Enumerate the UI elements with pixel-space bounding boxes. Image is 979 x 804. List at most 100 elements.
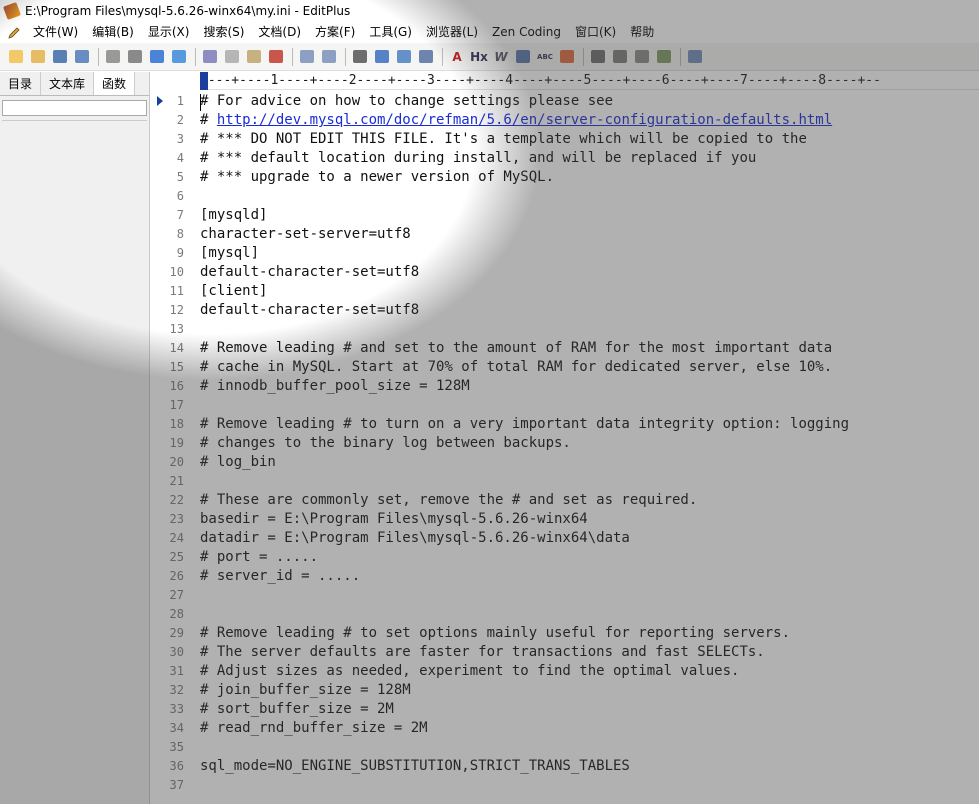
print-icon-glyph	[128, 50, 142, 63]
line-number: 27	[169, 588, 184, 602]
code-line: default-character-set=utf8	[200, 264, 420, 280]
new-file-icon-glyph	[9, 50, 23, 63]
line-number: 8	[176, 227, 184, 241]
menu-item-10[interactable]: 帮助	[623, 22, 661, 43]
word-wrap-icon[interactable]: W	[491, 47, 511, 67]
heading-icon[interactable]: Hx	[469, 47, 489, 67]
font-icon[interactable]: A	[447, 47, 467, 67]
line-number: 36	[169, 759, 184, 773]
line-number: 2	[176, 113, 184, 127]
code-line: # *** upgrade to a newer version of MySQ…	[200, 169, 555, 185]
code-line: default-character-set=utf8	[200, 302, 420, 318]
code-line: # port = .....	[200, 549, 319, 565]
tab-cliptext[interactable]: 文本库	[41, 72, 95, 95]
tools-icon-glyph	[657, 50, 671, 63]
menu-item-0[interactable]: 文件(W)	[26, 22, 85, 43]
code-line: # *** DO NOT EDIT THIS FILE. It's a temp…	[200, 131, 807, 147]
tab-directory[interactable]: 目录	[0, 72, 42, 95]
menu-item-6[interactable]: 工具(G)	[362, 22, 419, 43]
help-icon[interactable]	[685, 47, 705, 67]
paste-icon[interactable]	[244, 47, 264, 67]
replace-icon[interactable]	[372, 47, 392, 67]
code-area[interactable]: # For advice on how to change settings p…	[200, 92, 979, 804]
sidebar-list[interactable]	[2, 120, 147, 796]
tab-functions[interactable]: 函数	[94, 72, 136, 95]
code-line: # cache in MySQL. Start at 70% of total …	[200, 359, 833, 375]
code-line: # read_rnd_buffer_size = 2M	[200, 720, 428, 736]
copy-icon[interactable]	[222, 47, 242, 67]
editor[interactable]: ----+----1----+----2----+----3----+----4…	[154, 72, 979, 804]
code-line: # join_buffer_size = 128M	[200, 682, 411, 698]
line-number: 31	[169, 664, 184, 678]
copy-icon-glyph	[225, 50, 239, 63]
line-number: 6	[176, 189, 184, 203]
line-number-icon[interactable]	[513, 47, 533, 67]
line-number: 19	[169, 436, 184, 450]
menu-item-1[interactable]: 编辑(B)	[85, 22, 141, 43]
replace-icon-glyph	[375, 50, 389, 63]
toolbar-separator	[345, 47, 346, 66]
menu-item-9[interactable]: 窗口(K)	[568, 22, 623, 43]
line-number: 29	[169, 626, 184, 640]
code-line: # Remove leading # to set options mainly…	[200, 625, 791, 641]
title-bar: E:\Program Files\mysql-5.6.26-winx64\my.…	[0, 0, 979, 22]
print-preview-icon[interactable]	[103, 47, 123, 67]
find-icon[interactable]	[350, 47, 370, 67]
undo-icon-glyph	[300, 50, 314, 63]
new-file-icon[interactable]	[6, 47, 26, 67]
code-line: # server_id = .....	[200, 568, 361, 584]
column-icon[interactable]: ABC	[535, 47, 555, 67]
code-line: # These are commonly set, remove the # a…	[200, 492, 698, 508]
menu-item-5[interactable]: 方案(F)	[308, 22, 362, 43]
line-number: 9	[176, 246, 184, 260]
line-number: 28	[169, 607, 184, 621]
save-all-icon[interactable]	[72, 47, 92, 67]
code-line: # log_bin	[200, 454, 276, 470]
browser-icon[interactable]	[169, 47, 189, 67]
line-number: 30	[169, 645, 184, 659]
tools-icon[interactable]	[654, 47, 674, 67]
toolbar-separator	[680, 47, 681, 66]
window-icon-glyph	[591, 50, 605, 63]
code-line: # innodb_buffer_pool_size = 128M	[200, 378, 470, 394]
line-number: 32	[169, 683, 184, 697]
code-line: datadir = E:\Program Files\mysql-5.6.26-…	[200, 530, 630, 546]
indent-icon[interactable]	[416, 47, 436, 67]
menu-item-7[interactable]: 浏览器(L)	[419, 22, 485, 43]
save-icon[interactable]	[50, 47, 70, 67]
menu-item-8[interactable]: Zen Coding	[485, 22, 568, 43]
goto-icon[interactable]	[394, 47, 414, 67]
open-icon[interactable]	[28, 47, 48, 67]
print-icon[interactable]	[125, 47, 145, 67]
menu-item-4[interactable]: 文档(D)	[251, 22, 308, 43]
current-line-marker-icon	[157, 96, 163, 106]
code-line: character-set-server=utf8	[200, 226, 411, 242]
documentation-link[interactable]: http://dev.mysql.com/doc/refman/5.6/en/s…	[217, 112, 832, 128]
code-line: # Remove leading # and set to the amount…	[200, 340, 833, 356]
menu-bar: 文件(W) 编辑(B) 显示(X) 搜索(S) 文档(D) 方案(F) 工具(G) 浏览器(L…	[0, 22, 979, 43]
window-icon[interactable]	[588, 47, 608, 67]
cut-icon-glyph	[203, 50, 217, 63]
check-icon[interactable]	[557, 47, 577, 67]
line-number: 25	[169, 550, 184, 564]
menu-item-2[interactable]: 显示(X)	[141, 22, 197, 43]
toolbar-separator	[98, 47, 99, 66]
menu-item-3[interactable]: 搜索(S)	[196, 22, 251, 43]
output-icon[interactable]	[632, 47, 652, 67]
line-number-gutter: 1 2 3 4 5 6 7 8 9 10 11 12 13 14 15 16 17 18 19 20 21 22 23 24 2…	[154, 92, 200, 804]
redo-icon[interactable]	[319, 47, 339, 67]
check-icon-glyph	[560, 50, 574, 63]
line-number: 26	[169, 569, 184, 583]
delete-icon[interactable]	[266, 47, 286, 67]
cut-icon[interactable]	[200, 47, 220, 67]
code-line: [mysql]	[200, 245, 260, 261]
print-preview-icon-glyph	[106, 50, 120, 63]
undo-icon[interactable]	[297, 47, 317, 67]
sidebar-combo[interactable]	[2, 100, 147, 116]
line-prefix: #	[200, 112, 217, 128]
split-icon[interactable]	[610, 47, 630, 67]
line-number: 33	[169, 702, 184, 716]
code-line: # sort_buffer_size = 2M	[200, 701, 394, 717]
spellcheck-icon[interactable]	[147, 47, 167, 67]
line-number: 14	[169, 341, 184, 355]
